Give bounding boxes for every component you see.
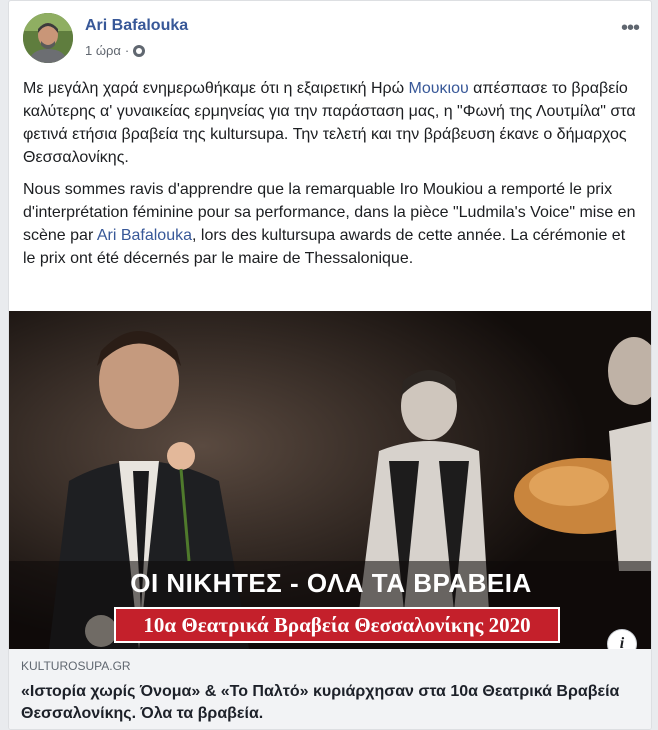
image-caption: ΟΙ ΝΙΚΗΤΕΣ - ΟΛΑ ΤΑ ΒΡΑΒΕΙΑ [130,568,532,598]
paragraph-greek: Με μεγάλη χαρά ενημερωθήκαμε ότι η εξαιρ… [23,77,639,169]
ellipsis-icon[interactable]: ••• [621,17,640,40]
author-name[interactable]: Ari Bafalouka [85,17,188,35]
link-headline[interactable]: «Ιστορία χωρίς Όνομα» & «Το Παλτό» κυριά… [21,681,639,725]
separator-dot: · [124,43,130,58]
mention-link-bafalouka[interactable]: Ari Bafalouka [97,227,192,244]
post-card: Ari Bafalouka 1 ώρα · ••• Με μεγάλη χαρά… [8,0,652,730]
banner-text: 10α Θεατρικά Βραβεία Θεσσαλονίκης 2020 [143,612,531,637]
post-text: Με μεγάλη χαρά ενημερωθήκαμε ότι η εξαιρ… [23,77,639,279]
paragraph-french: Nous sommes ravis d'apprendre que la rem… [23,178,639,270]
award-banner: 10α Θεατρικά Βραβεία Θεσσαλονίκης 2020 [114,607,560,643]
post-meta: 1 ώρα · [85,43,146,58]
link-preview[interactable]: KULTUROSUPA.GR «Ιστορία χωρίς Όνομα» & «… [9,649,651,729]
avatar[interactable] [23,13,73,63]
mention-link-moukiou[interactable]: Μουκιου [409,80,469,97]
post-header: Ari Bafalouka 1 ώρα · ••• [23,13,640,69]
globe-icon[interactable] [133,44,146,57]
link-image[interactable]: ΟΙ ΝΙΚΗΤΕΣ - ΟΛΑ ΤΑ ΒΡΑΒΕΙΑ 10α Θεατρικά… [9,311,651,649]
timestamp[interactable]: 1 ώρα [85,43,121,58]
link-domain: KULTUROSUPA.GR [21,659,131,673]
text-span: Με μεγάλη χαρά ενημερωθήκαμε ότι η εξαιρ… [23,80,409,97]
avatar-photo [23,13,73,63]
